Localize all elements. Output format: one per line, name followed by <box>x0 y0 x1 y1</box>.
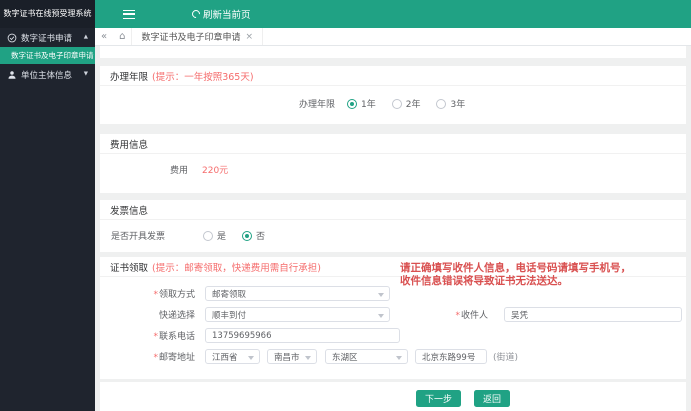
radio-circle <box>347 98 357 109</box>
district-select[interactable]: 东湖区 <box>325 349 408 364</box>
delivery-method-select[interactable]: 邮寄领取 <box>205 286 390 301</box>
required-mark: * <box>153 353 158 363</box>
hamburger-icon[interactable] <box>123 9 135 19</box>
delivery-warning: 请正确填写收件人信息，电话号码请填写手机号， 收件信息错误将导致证书无法送达。 <box>400 262 631 288</box>
sidebar: 数字证书在线预受理系统 数字证书申请 ▲ 数字证书及电子印章申请 单位主体信息 … <box>0 0 95 411</box>
address-row: *邮寄地址 江西省 南昌市 东湖区 (街道) <box>100 349 686 364</box>
back-button[interactable]: 返回 <box>474 390 511 407</box>
radio-label: 否 <box>256 232 266 242</box>
radio-circle <box>436 98 447 109</box>
section-title: 办理年限 <box>110 71 149 83</box>
method-row: *领取方式 邮寄领取 <box>100 286 686 301</box>
recipient-row: *收件人 <box>398 307 682 322</box>
select-value: 南昌市 <box>274 352 300 363</box>
section-hint: (提示：一年按照365天) <box>152 71 254 83</box>
home-icon[interactable]: ⌂ <box>113 31 131 42</box>
radio-circle <box>242 230 253 241</box>
required-mark: * <box>153 332 158 342</box>
select-value: 邮寄领取 <box>212 289 247 300</box>
sidebar-item-label: 数字证书申请 <box>21 33 73 44</box>
express-select[interactable]: 顺丰到付 <box>205 307 390 322</box>
fee-row: 费用 220元 <box>100 163 686 176</box>
close-icon[interactable]: × <box>246 32 254 42</box>
tab-label: 数字证书及电子印章申请 <box>141 33 241 43</box>
radio-invoice-no[interactable]: 否 <box>242 229 265 242</box>
refresh-icon <box>190 8 202 20</box>
chevron-up-icon: ▲ <box>83 33 88 40</box>
radio-circle <box>391 98 402 109</box>
radio-label: 是 <box>217 232 227 242</box>
fee-value: 220元 <box>202 166 229 176</box>
certificate-check-icon <box>7 33 17 43</box>
section-invoice: 发票信息 是否开具发票 是 否 <box>100 200 686 252</box>
section-invoice-header: 发票信息 <box>100 200 686 220</box>
section-delivery: 证书领取 (提示：邮寄领取，快递费用需自行承担) 请正确填写收件人信息，电话号码… <box>100 257 686 379</box>
section-fee: 费用信息 费用 220元 <box>100 134 686 193</box>
section-years: 办理年限 (提示：一年按照365天) 办理年限 1年 2年 3年 <box>100 66 686 124</box>
province-select[interactable]: 江西省 <box>205 349 260 364</box>
phone-input[interactable] <box>205 328 400 343</box>
invoice-row: 是否开具发票 是 否 <box>100 229 686 242</box>
radio-invoice-yes[interactable]: 是 <box>203 229 226 242</box>
address-label: *邮寄地址 <box>153 353 195 363</box>
topbar: 刷新当前页 <box>95 0 691 28</box>
radio-circle <box>203 230 213 241</box>
app-window: 数字证书在线预受理系统 数字证书申请 ▲ 数字证书及电子印章申请 单位主体信息 … <box>0 0 691 411</box>
select-value: 顺丰到付 <box>212 310 247 321</box>
sidebar-item-label: 单位主体信息 <box>21 71 73 81</box>
method-label: *领取方式 <box>153 290 195 300</box>
chevron-down-icon: ▼ <box>83 71 88 78</box>
chevron-down-icon <box>378 313 384 318</box>
select-value: 江西省 <box>212 352 238 363</box>
street-hint: (街道) <box>493 353 519 363</box>
invoice-label: 是否开具发票 <box>110 232 165 242</box>
footer-actions: 下一步 返回 <box>100 382 686 411</box>
radio-2-year[interactable]: 2年 <box>391 97 421 110</box>
select-value: 东湖区 <box>332 352 358 363</box>
warning-line-1: 请正确填写收件人信息，电话号码请填写手机号， <box>400 262 631 274</box>
app-title: 数字证书在线预受理系统 <box>0 0 95 28</box>
scrolled-card-remnant <box>100 46 686 58</box>
sidebar-item-cert-apply[interactable]: 数字证书申请 ▲ <box>0 28 95 47</box>
phone-label: *联系电话 <box>153 332 195 342</box>
collapse-tabs-icon[interactable]: « <box>95 31 113 42</box>
required-mark: * <box>153 290 158 300</box>
section-fee-header: 费用信息 <box>100 134 686 154</box>
years-label: 办理年限 <box>298 100 335 110</box>
tab-cert-seal-apply[interactable]: 数字证书及电子印章申请 × <box>131 28 264 45</box>
refresh-label: 刷新当前页 <box>203 10 251 21</box>
radio-1-year[interactable]: 1年 <box>347 97 376 110</box>
chevron-down-icon <box>378 292 384 297</box>
street-input[interactable] <box>415 349 487 364</box>
warning-line-2: 收件信息错误将导致证书无法送达。 <box>400 275 568 287</box>
chevron-down-icon <box>248 355 254 360</box>
recipient-input[interactable] <box>504 307 682 322</box>
radio-label: 3年 <box>450 100 466 110</box>
radio-3-year[interactable]: 3年 <box>436 97 465 110</box>
refresh-button[interactable]: 刷新当前页 <box>190 7 251 21</box>
next-step-button[interactable]: 下一步 <box>415 390 461 407</box>
tab-bar: « ⌂ 数字证书及电子印章申请 × <box>95 28 691 46</box>
radio-label: 2年 <box>405 100 421 110</box>
content-area: 办理年限 (提示：一年按照365天) 办理年限 1年 2年 3年 费用信息 费用… <box>95 46 691 411</box>
organization-icon <box>7 70 17 80</box>
city-select[interactable]: 南昌市 <box>267 349 317 364</box>
recipient-label: *收件人 <box>455 311 488 321</box>
chevron-down-icon <box>396 355 402 360</box>
section-hint: (提示：邮寄领取，快递费用需自行承担) <box>152 262 321 274</box>
express-label: 快递选择 <box>158 311 195 321</box>
phone-row: *联系电话 <box>100 328 686 343</box>
section-title: 发票信息 <box>110 205 149 217</box>
fee-label: 费用 <box>169 166 188 176</box>
radio-label: 1年 <box>361 100 376 110</box>
sidebar-item-org-info[interactable]: 单位主体信息 ▼ <box>0 64 95 86</box>
sidebar-item-cert-seal-apply[interactable]: 数字证书及电子印章申请 <box>0 47 95 64</box>
section-years-header: 办理年限 (提示：一年按照365天) <box>100 66 686 86</box>
years-row: 办理年限 1年 2年 3年 <box>100 97 686 110</box>
section-title: 费用信息 <box>110 139 149 151</box>
required-mark: * <box>455 311 460 321</box>
section-title: 证书领取 <box>110 262 149 274</box>
chevron-down-icon <box>305 355 311 360</box>
